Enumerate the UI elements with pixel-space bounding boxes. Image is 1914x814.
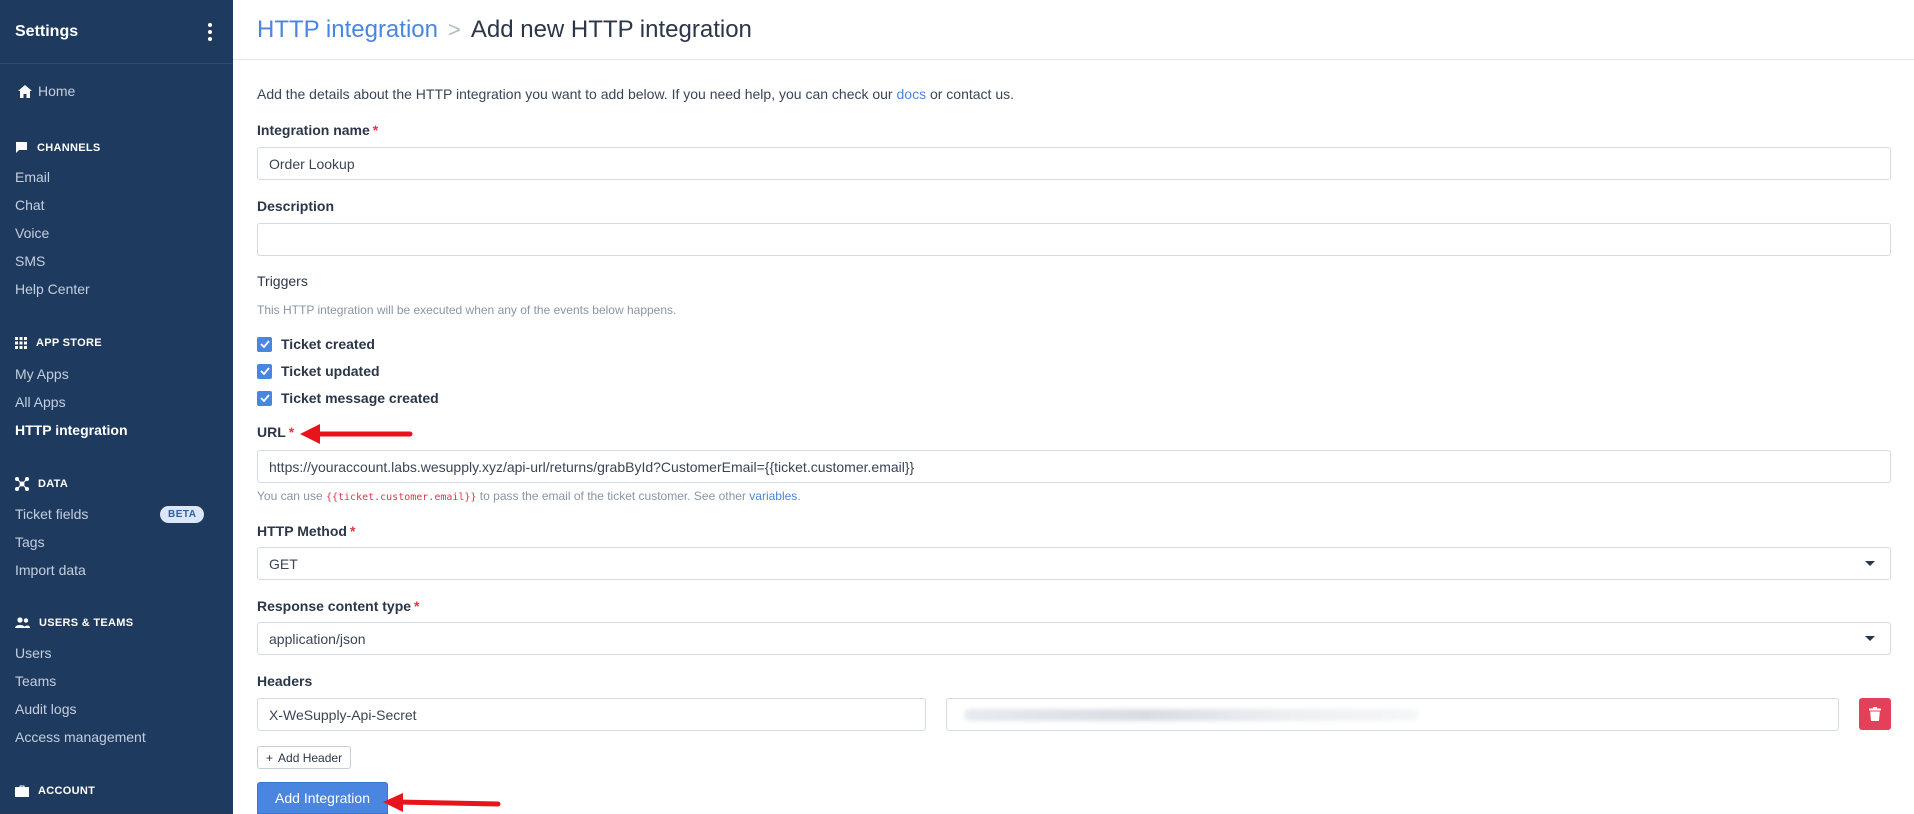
trash-icon	[1869, 707, 1881, 721]
settings-sidebar: Settings Home CHANNELS Email Chat Voice …	[0, 0, 233, 814]
content-type-select[interactable]: application/json	[257, 622, 1891, 655]
triggers-help-text: This HTTP integration will be executed w…	[257, 303, 677, 317]
sidebar-item-teams[interactable]: Teams	[15, 673, 56, 689]
add-integration-button[interactable]: Add Integration	[257, 782, 388, 814]
beta-badge: BETA	[160, 506, 205, 523]
sidebar-item-label: Home	[38, 83, 76, 99]
breadcrumb: HTTP integration > Add new HTTP integrat…	[233, 0, 1914, 60]
section-app-store: APP STORE	[15, 337, 102, 349]
trigger-ticket-message-created[interactable]: Ticket message created	[257, 390, 439, 406]
triggers-label: Triggers	[257, 273, 308, 289]
intro-text: Add the details about the HTTP integrati…	[257, 86, 1015, 102]
checkbox-checked-icon[interactable]	[257, 363, 272, 379]
chat-bubble-icon	[16, 142, 27, 153]
sidebar-item-tags[interactable]: Tags	[15, 534, 45, 550]
header-key-input[interactable]: X-WeSupply-Api-Secret	[257, 698, 926, 731]
description-input[interactable]	[257, 223, 1891, 256]
checkbox-checked-icon[interactable]	[257, 390, 272, 406]
sidebar-title: Settings	[15, 22, 79, 40]
sidebar-item-my-apps[interactable]: My Apps	[15, 366, 69, 382]
sidebar-item-import-data[interactable]: Import data	[15, 562, 86, 578]
data-network-icon	[15, 477, 29, 491]
sidebar-item-http-integration[interactable]: HTTP integration	[15, 422, 128, 438]
sidebar-item-all-apps[interactable]: All Apps	[15, 394, 66, 410]
chevron-down-icon	[1865, 636, 1875, 641]
sidebar-item-chat[interactable]: Chat	[15, 197, 45, 213]
sidebar-item-email[interactable]: Email	[15, 169, 50, 185]
sidebar-item-sms[interactable]: SMS	[15, 253, 45, 269]
plus-icon: +	[266, 750, 274, 765]
delete-header-button[interactable]	[1859, 698, 1891, 730]
breadcrumb-separator: >	[447, 16, 461, 42]
sidebar-item-home[interactable]: Home	[18, 83, 75, 99]
content-type-label: Response content type *	[257, 598, 420, 614]
trigger-ticket-updated[interactable]: Ticket updated	[257, 363, 380, 379]
email-variable-code: {{ticket.customer.email}}	[325, 492, 477, 503]
sidebar-item-voice[interactable]: Voice	[15, 225, 49, 241]
sidebar-item-users[interactable]: Users	[15, 645, 52, 661]
users-icon	[15, 617, 30, 628]
url-label: URL *	[257, 424, 295, 440]
annotation-arrow-url	[300, 424, 413, 444]
section-users-teams: USERS & TEAMS	[15, 617, 133, 629]
http-method-select[interactable]: GET	[257, 547, 1891, 580]
sidebar-item-ticket-fields[interactable]: Ticket fields	[15, 506, 88, 522]
page-title: Add new HTTP integration	[470, 15, 752, 43]
checkbox-checked-icon[interactable]	[257, 336, 272, 352]
sidebar-item-access-management[interactable]: Access management	[15, 729, 146, 745]
trigger-ticket-created[interactable]: Ticket created	[257, 336, 375, 352]
chevron-down-icon	[1865, 561, 1875, 566]
variables-link[interactable]: variables	[749, 489, 797, 503]
breadcrumb-parent-link[interactable]: HTTP integration	[257, 16, 438, 44]
http-method-label: HTTP Method *	[257, 523, 356, 539]
briefcase-icon	[15, 785, 29, 797]
add-header-button[interactable]: + Add Header	[257, 746, 352, 769]
redacted-value	[964, 708, 1419, 721]
section-account: ACCOUNT	[15, 785, 95, 797]
section-data: DATA	[15, 477, 68, 491]
more-options-icon[interactable]	[202, 22, 218, 42]
annotation-arrow-submit	[383, 793, 501, 812]
sidebar-item-audit-logs[interactable]: Audit logs	[15, 701, 76, 717]
description-label: Description	[257, 198, 335, 214]
headers-label: Headers	[257, 673, 313, 689]
docs-link[interactable]: docs	[897, 86, 927, 102]
integration-name-input[interactable]: Order Lookup	[257, 147, 1891, 180]
apps-grid-icon	[15, 337, 27, 349]
home-icon	[18, 84, 32, 98]
sidebar-item-help-center[interactable]: Help Center	[15, 281, 90, 297]
main-content: HTTP integration > Add new HTTP integrat…	[233, 0, 1914, 814]
integration-name-label: Integration name *	[257, 122, 379, 138]
section-channels: CHANNELS	[15, 141, 101, 154]
url-input[interactable]: https://youraccount.labs.wesupply.xyz/ap…	[257, 450, 1891, 483]
sidebar-header: Settings	[0, 0, 233, 64]
header-value-input-redacted[interactable]	[946, 698, 1839, 731]
url-help-text: You can use {{ticket.customer.email}} to…	[257, 489, 801, 503]
